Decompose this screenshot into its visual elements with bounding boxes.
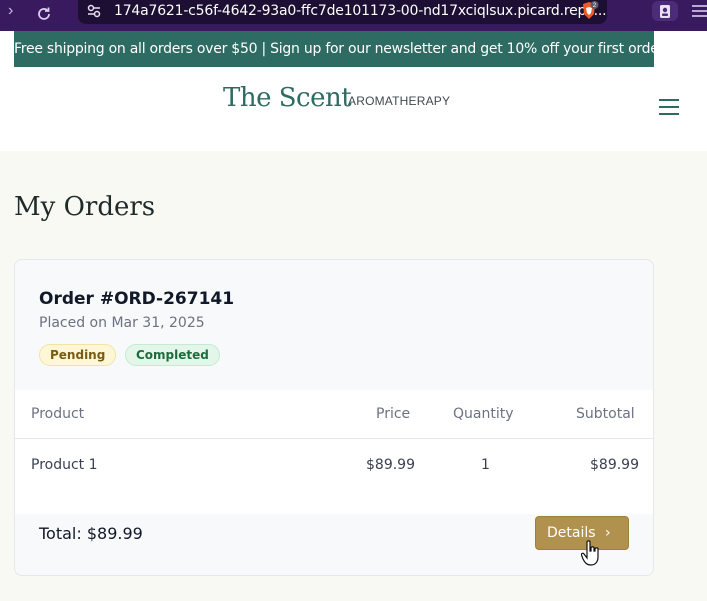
site-settings-icon[interactable] [86, 2, 102, 20]
url-text: 174a7621-c56f-4642-93a0-ffc7de101173-00-… [114, 3, 607, 19]
order-items-table: Product Price Quantity Subtotal Product … [15, 390, 653, 514]
table-cell-quantity: 1 [481, 457, 490, 473]
logo[interactable]: The Scent [223, 83, 352, 113]
hamburger-menu-icon[interactable] [659, 99, 679, 115]
announcement-bar: Free shipping on all orders over $50 | S… [14, 31, 664, 67]
column-header-product: Product [31, 406, 85, 422]
order-date: Placed on Mar 31, 2025 [39, 315, 205, 331]
order-card: Order #ORD-267141 Placed on Mar 31, 2025… [14, 259, 654, 576]
hand-pointer-cursor-icon [581, 540, 599, 566]
browser-menu-icon[interactable] [690, 4, 707, 18]
profile-icon [660, 5, 670, 18]
site-header: The Scent AROMATHERAPY [0, 67, 707, 151]
table-divider [15, 438, 653, 439]
forward-icon[interactable]: › [8, 0, 13, 24]
column-header-price: Price [376, 406, 411, 422]
reload-icon[interactable] [35, 2, 53, 26]
order-title: Order #ORD-267141 [39, 289, 235, 309]
status-badge-pending: Pending [39, 344, 117, 366]
status-badge-completed: Completed [125, 344, 220, 366]
logo-tagline: AROMATHERAPY [348, 94, 451, 108]
main-content: My Orders Order #ORD-267141 Placed on Ma… [0, 151, 707, 601]
table-cell-subtotal: $89.99 [590, 457, 639, 473]
table-cell-product: Product 1 [31, 457, 98, 473]
page-title: My Orders [14, 192, 156, 222]
chevron-right-icon: › [605, 525, 611, 541]
order-total: Total: $89.99 [39, 524, 143, 543]
address-bar[interactable]: 174a7621-c56f-4642-93a0-ffc7de101173-00-… [78, 0, 607, 24]
column-header-quantity: Quantity [453, 406, 514, 422]
brave-shield-icon[interactable]: 2 [579, 1, 599, 21]
column-header-subtotal: Subtotal [576, 406, 635, 422]
browser-chrome: › 174a7621-c56f-4642-93a0-ffc7de101173-0… [0, 0, 707, 31]
profile-button[interactable] [652, 1, 678, 21]
table-cell-price: $89.99 [366, 457, 415, 473]
